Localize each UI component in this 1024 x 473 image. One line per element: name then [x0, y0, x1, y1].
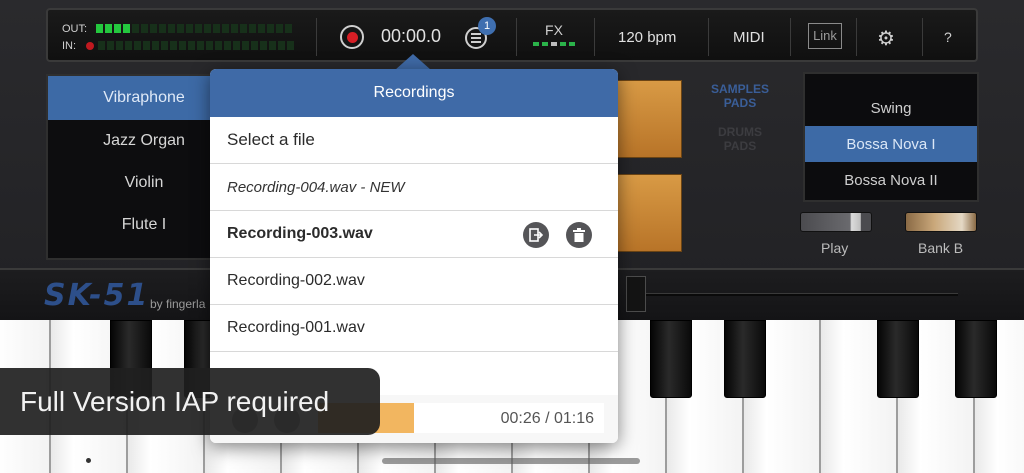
recording-item[interactable]: Recording-002.wav: [210, 258, 618, 305]
bank-switch[interactable]: [905, 212, 977, 232]
top-toolbar: OUT: IN: 00:00.0 1 FX 120 bpm MIDI Link …: [46, 8, 978, 62]
help-button[interactable]: ?: [944, 29, 952, 45]
keyboard-range-slider[interactable]: [640, 293, 958, 296]
input-record-dot-icon: [86, 41, 94, 50]
out-label: OUT:: [62, 22, 88, 35]
fx-status-dots: [532, 42, 576, 46]
recording-name: Recording-002.wav: [227, 272, 365, 289]
black-key[interactable]: [650, 320, 692, 398]
fx-button[interactable]: FX: [532, 22, 576, 46]
samples-label: SAMPLES: [710, 82, 769, 96]
midi-button[interactable]: MIDI: [733, 29, 765, 46]
play-switch[interactable]: [800, 212, 872, 232]
style-item-swing[interactable]: Swing: [805, 90, 977, 126]
recording-name: Recording-003.wav: [227, 225, 373, 242]
record-icon: [346, 31, 358, 43]
link-button[interactable]: Link: [808, 23, 842, 49]
black-key[interactable]: [877, 320, 919, 398]
record-time: 00:00.0: [381, 26, 442, 46]
recording-name: Recording-004.wav - NEW: [227, 178, 405, 196]
iap-toast: Full Version IAP required: [0, 368, 380, 435]
black-key[interactable]: [724, 320, 766, 398]
rhythm-style-list: Swing Bossa Nova I Bossa Nova II: [803, 72, 979, 202]
samples-pads-label: PADS: [723, 96, 757, 110]
keyboard-scroll-indicator[interactable]: [382, 458, 640, 464]
trash-icon[interactable]: [566, 222, 592, 248]
recordings-title: Recordings: [210, 69, 618, 117]
keyboard-range-thumb[interactable]: [626, 276, 646, 312]
out-meter-bars: [96, 24, 292, 33]
recording-item[interactable]: Recording-001.wav: [210, 305, 618, 352]
export-icon[interactable]: [523, 222, 549, 248]
sample-pad-2[interactable]: [616, 174, 682, 252]
recordings-count-badge: 1: [478, 17, 496, 35]
app-logo: SK-51: [44, 278, 150, 313]
middle-c-marker: [86, 458, 91, 463]
recording-name: Recording-001.wav: [227, 319, 365, 336]
style-item-bossa-nova-2[interactable]: Bossa Nova II: [805, 162, 977, 198]
popover-arrow: [395, 54, 431, 70]
style-item-bossa-nova-1[interactable]: Bossa Nova I: [805, 126, 977, 162]
play-label: Play: [821, 240, 849, 256]
in-label: IN:: [62, 39, 77, 52]
black-key[interactable]: [955, 320, 997, 398]
drums-pads-label: PADS: [723, 139, 757, 153]
app-stage: OUT: IN: 00:00.0 1 FX 120 bpm MIDI Link …: [0, 0, 1024, 473]
drums-pads-button[interactable]: DRUMS PADS: [700, 125, 780, 153]
sample-pad-1[interactable]: [616, 80, 682, 158]
in-meter-bars: [98, 41, 294, 50]
settings-gear-icon[interactable]: ⚙: [877, 26, 895, 51]
samples-pads-button[interactable]: SAMPLES PADS: [700, 82, 780, 110]
fx-label: FX: [545, 22, 563, 38]
level-meter: OUT: IN:: [62, 20, 302, 54]
recording-item-active[interactable]: Recording-003.wav: [210, 211, 618, 258]
recording-item[interactable]: Recording-004.wav - NEW: [210, 164, 618, 211]
drums-label: DRUMS: [718, 125, 762, 139]
brand-byline: by fingerla: [150, 297, 206, 311]
bank-label: Bank B: [918, 240, 964, 256]
tempo-button[interactable]: 120 bpm: [618, 29, 676, 46]
select-file-prompt: Select a file: [210, 117, 618, 164]
playback-time: 00:26 / 01:16: [500, 410, 594, 427]
record-button[interactable]: [340, 25, 364, 49]
